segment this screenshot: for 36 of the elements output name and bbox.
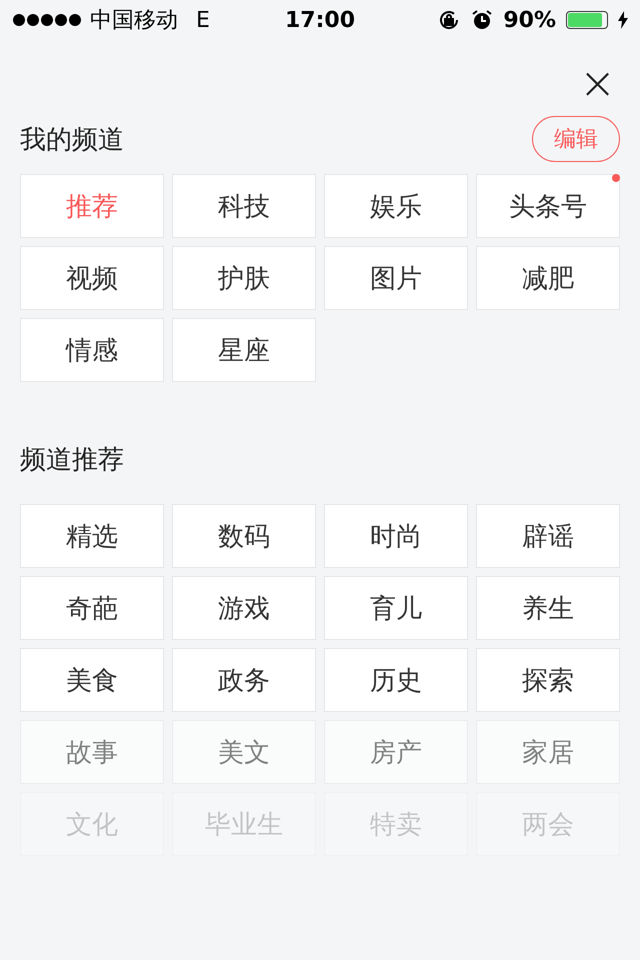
channel-tile[interactable]: 娱乐 [324, 174, 468, 238]
battery-percent: 90% [503, 8, 556, 32]
channel-tile[interactable]: 情感 [20, 318, 164, 382]
channel-tile[interactable]: 养生 [476, 576, 620, 640]
channel-tile[interactable]: 探索 [476, 648, 620, 712]
channel-tile[interactable]: 政务 [172, 648, 316, 712]
channel-tile[interactable]: 图片 [324, 246, 468, 310]
channel-tile[interactable]: 科技 [172, 174, 316, 238]
channel-tile[interactable]: 视频 [20, 246, 164, 310]
channel-tile[interactable]: 故事 [20, 720, 164, 784]
channel-tile[interactable]: 奇葩 [20, 576, 164, 640]
channel-tile[interactable]: 游戏 [172, 576, 316, 640]
battery-icon [566, 11, 608, 29]
channel-tile[interactable]: 家居 [476, 720, 620, 784]
channel-tile[interactable]: 数码 [172, 504, 316, 568]
channel-tile[interactable]: 头条号 [476, 174, 620, 238]
channel-tile[interactable]: 房产 [324, 720, 468, 784]
close-button[interactable]: × [579, 60, 616, 108]
channel-tile[interactable]: 美文 [172, 720, 316, 784]
section-title: 频道推荐 [20, 444, 124, 476]
carrier-name: 中国移动 [90, 7, 178, 35]
channel-tile[interactable]: 星座 [172, 318, 316, 382]
channel-tile[interactable]: 育儿 [324, 576, 468, 640]
channel-tile[interactable]: 历史 [324, 648, 468, 712]
network-type: E [196, 8, 210, 32]
channel-tile[interactable]: 护肤 [172, 246, 316, 310]
charging-icon [618, 11, 628, 29]
section-title: 我的频道 [20, 124, 124, 156]
status-time: 17:00 [284, 8, 356, 32]
channel-tile[interactable]: 时尚 [324, 504, 468, 568]
alarm-icon [471, 9, 494, 31]
channel-tile[interactable]: 减肥 [476, 246, 620, 310]
channel-tile[interactable]: 精选 [20, 504, 164, 568]
signal-icon [12, 13, 82, 27]
channel-tile[interactable]: 美食 [20, 648, 164, 712]
channel-tile[interactable]: 辟谣 [476, 504, 620, 568]
